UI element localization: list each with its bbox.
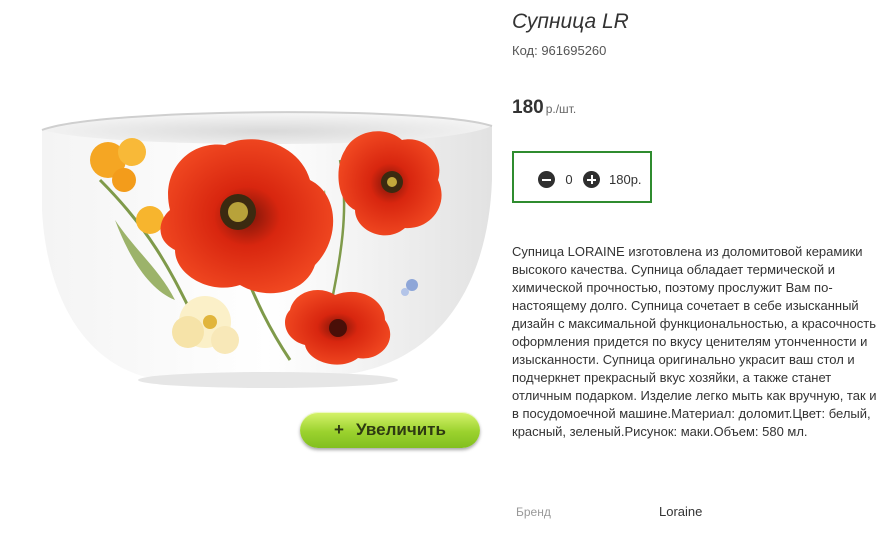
product-image[interactable] xyxy=(40,100,495,400)
product-price: 180 р./шт. xyxy=(512,97,576,119)
zoom-button[interactable]: + Увеличить xyxy=(300,412,480,448)
quantity-value: 0 xyxy=(565,172,573,187)
brand-value: Loraine xyxy=(659,504,703,519)
price-value: 180 xyxy=(512,97,544,118)
quantity-total: 180р. xyxy=(609,172,642,187)
price-unit: р./шт. xyxy=(545,102,577,116)
minus-icon[interactable] xyxy=(538,171,555,188)
product-description: Супница LORAINE изготовлена из доломитов… xyxy=(512,244,877,439)
plus-circle-icon[interactable] xyxy=(583,171,600,188)
zoom-button-label: Увеличить xyxy=(355,420,446,439)
product-code: Код: 961695260 xyxy=(512,43,607,58)
brand-label: Бренд xyxy=(516,505,551,519)
quantity-selector: 0 180р. xyxy=(512,151,652,203)
product-image-area: + Увеличить xyxy=(40,100,495,450)
product-title: Супница LR xyxy=(512,10,629,33)
plus-icon: + xyxy=(334,420,344,439)
